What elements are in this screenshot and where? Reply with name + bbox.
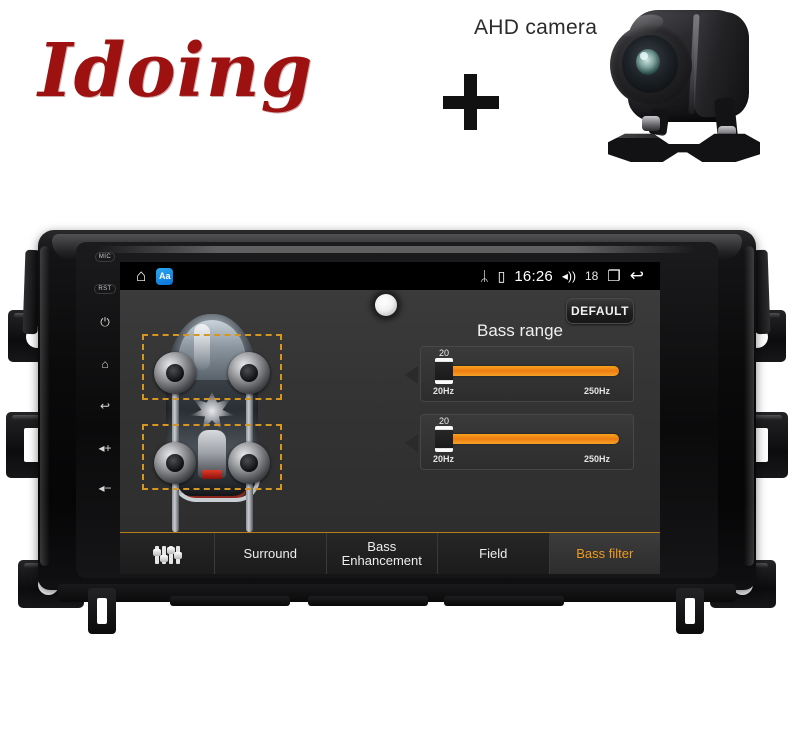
brand-logo: Idoing [38, 28, 314, 114]
status-bar: ⌂ Aa ᛦ ▯ 16:26 ◂)) 18 ❐ ↩ [120, 262, 660, 290]
volume-level: 18 [584, 269, 599, 283]
volume-icon: ◂)) [561, 269, 576, 283]
tab-field[interactable]: Field [438, 533, 550, 574]
key-mic[interactable]: MIC [94, 252, 116, 262]
shell-gloss-right [744, 246, 754, 566]
plus-icon [443, 74, 499, 130]
slider-max-label-front: 250Hz [584, 386, 611, 396]
slider-pointer-rear [405, 434, 418, 452]
back-icon[interactable]: ↩ [630, 266, 644, 286]
chassis-tab-left [88, 588, 116, 634]
camera-lens-element [636, 49, 660, 75]
audio-tab-bar: Surround Bass Enhancement Field Bass fil… [120, 532, 660, 574]
tab-bass-enhancement[interactable]: Bass Enhancement [327, 533, 438, 574]
slider-value-front: 20 [439, 348, 450, 358]
recents-icon[interactable]: ❐ [607, 267, 620, 285]
tab-surround[interactable]: Surround [215, 533, 327, 574]
key-volume-up-icon[interactable]: ◂+ [98, 442, 111, 454]
slider-value-rear: 20 [439, 416, 450, 426]
slider-min-label-front: 20Hz [433, 386, 455, 396]
storage-icon: ▯ [497, 267, 506, 284]
car-speaker-diagram[interactable] [142, 314, 282, 532]
tab-equalizer[interactable] [120, 533, 215, 574]
key-reset[interactable]: RST [94, 284, 116, 294]
camera-bolt-left [642, 116, 660, 131]
audio-settings-panel: DEFAULT Bass range 20 20Hz 250Hz 20 20Hz… [120, 290, 660, 532]
promo-banner: Idoing AHD camera [0, 0, 793, 212]
android-screen: ⌂ Aa ᛦ ▯ 16:26 ◂)) 18 ❐ ↩ DEFAULT Bass r… [120, 262, 660, 574]
slider-max-label-rear: 250Hz [584, 454, 611, 464]
key-volume-down-icon[interactable]: ◂− [98, 482, 111, 494]
front-camera-lens [375, 294, 397, 316]
chassis-vent-1 [170, 596, 290, 606]
accessory-label: AHD camera [474, 16, 598, 39]
slider-thumb-front[interactable] [435, 358, 453, 384]
bezel-sheen [96, 246, 696, 253]
tab-bass-filter[interactable]: Bass filter [549, 533, 660, 574]
bluetooth-icon: ᛦ [480, 268, 489, 284]
key-home-icon[interactable]: ⌂ [101, 358, 108, 370]
equalizer-icon [152, 544, 182, 564]
physical-key-column: MIC RST ⏻ ⌂ ↩ ◂+ ◂− [92, 248, 118, 570]
home-icon[interactable]: ⌂ [136, 266, 146, 286]
selection-box-front[interactable] [142, 334, 282, 400]
shell-gloss-left [40, 246, 50, 566]
camera-mount-highlight [612, 134, 756, 138]
key-back-icon[interactable]: ↩ [100, 400, 110, 412]
panel-title: Bass range [477, 321, 563, 340]
slider-min-label-rear: 20Hz [433, 454, 455, 464]
selection-box-rear[interactable] [142, 424, 282, 490]
slider-track-front[interactable] [447, 366, 619, 376]
slider-track-rear[interactable] [447, 434, 619, 444]
camera-lens-glint [640, 52, 648, 60]
app-badge-icon[interactable]: Aa [156, 267, 174, 285]
key-power-icon[interactable]: ⏻ [100, 316, 110, 328]
chassis-vent-2 [308, 596, 428, 606]
chassis-tab-right [676, 588, 704, 634]
slider-pointer-front [405, 366, 418, 384]
ahd-camera-image [598, 4, 768, 169]
slider-thumb-rear[interactable] [435, 426, 453, 452]
chassis-tab-hole [97, 598, 107, 624]
chassis-tab-hole [685, 598, 695, 624]
clock: 16:26 [514, 267, 553, 285]
chassis-vent-3 [444, 596, 564, 606]
